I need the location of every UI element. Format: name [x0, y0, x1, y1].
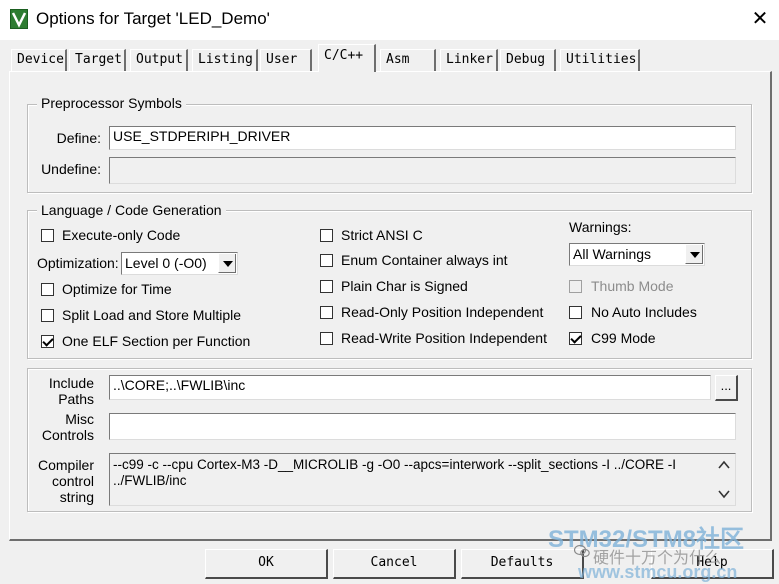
tab-listing[interactable]: Listing: [192, 49, 258, 71]
compiler-control-label-2: control: [51, 473, 94, 489]
thumb-mode-label: Thumb Mode: [591, 278, 674, 294]
strict-ansi-label: Strict ANSI C: [341, 227, 423, 243]
scroll-up-icon[interactable]: [718, 460, 730, 470]
enum-container-label: Enum Container always int: [341, 252, 508, 268]
include-paths-input[interactable]: ..\CORE;..\FWLIB\inc: [109, 375, 711, 400]
compiler-control-label-1: Compiler: [37, 457, 94, 473]
warnings-select[interactable]: All Warnings: [569, 243, 705, 266]
keil-app-icon: [10, 9, 28, 29]
c99-mode-label: C99 Mode: [591, 330, 656, 346]
compiler-control-textarea[interactable]: --c99 -c --cpu Cortex-M3 -D__MICROLIB -g…: [109, 453, 736, 506]
tab-user[interactable]: User: [260, 49, 312, 71]
warnings-value: All Warnings: [573, 246, 652, 262]
cancel-button[interactable]: Cancel: [333, 549, 456, 579]
tab-output[interactable]: Output: [130, 49, 188, 71]
enum-container-checkbox[interactable]: [320, 254, 333, 267]
include-paths-browse-button[interactable]: ...: [715, 375, 738, 401]
ro-pi-label: Read-Only Position Independent: [341, 304, 544, 320]
misc-controls-label-1: Misc: [65, 411, 94, 427]
split-load-checkbox[interactable]: [41, 309, 54, 322]
undefine-input[interactable]: [109, 157, 736, 184]
optimization-value: Level 0 (-O0): [125, 255, 207, 271]
plain-char-checkbox[interactable]: [320, 280, 333, 293]
define-input[interactable]: USE_STDPERIPH_DRIVER: [109, 126, 736, 150]
compiler-control-line-2: ../FWLIB/inc: [113, 473, 187, 488]
no-auto-includes-checkbox[interactable]: [569, 306, 582, 319]
rw-pi-label: Read-Write Position Independent: [341, 330, 547, 346]
misc-controls-label-2: Controls: [41, 427, 94, 443]
watermark-url: www.stmcu.org.cn: [578, 562, 738, 582]
optimization-label: Optimization:: [37, 255, 119, 271]
execute-only-label: Execute-only Code: [62, 227, 181, 243]
define-label: Define:: [56, 130, 101, 146]
include-paths-label-1: Include: [48, 375, 94, 391]
ok-button[interactable]: OK: [205, 549, 328, 579]
tab-debug[interactable]: Debug: [500, 49, 556, 71]
undefine-label: Undefine:: [41, 161, 101, 177]
warnings-label: Warnings:: [569, 219, 632, 235]
window-title: Options for Target 'LED_Demo': [36, 9, 270, 28]
tab-c-cpp[interactable]: C/C++: [318, 44, 376, 72]
tab-asm[interactable]: Asm: [380, 49, 436, 71]
optimize-time-label: Optimize for Time: [62, 281, 172, 297]
c99-mode-checkbox[interactable]: [569, 332, 582, 345]
scroll-down-icon[interactable]: [718, 489, 730, 499]
chevron-down-icon[interactable]: [218, 254, 236, 273]
preprocessor-group-title: Preprocessor Symbols: [37, 95, 186, 111]
rw-pi-checkbox[interactable]: [320, 332, 333, 345]
thumb-mode-checkbox[interactable]: [569, 280, 582, 293]
compiler-control-line-1: --c99 -c --cpu Cortex-M3 -D__MICROLIB -g…: [113, 457, 676, 472]
execute-only-checkbox[interactable]: [41, 229, 54, 242]
one-elf-checkbox[interactable]: [41, 335, 54, 348]
tab-linker[interactable]: Linker: [440, 49, 498, 71]
tab-device[interactable]: Device: [11, 49, 67, 71]
no-auto-includes-label: No Auto Includes: [591, 304, 697, 320]
chevron-down-icon[interactable]: [685, 245, 703, 264]
optimization-select[interactable]: Level 0 (-O0): [121, 252, 238, 275]
split-load-label: Split Load and Store Multiple: [62, 307, 241, 323]
language-group-title: Language / Code Generation: [37, 202, 226, 218]
plain-char-label: Plain Char is Signed: [341, 278, 468, 294]
tab-utilities[interactable]: Utilities: [560, 49, 640, 71]
wechat-icon: [574, 544, 590, 558]
compiler-control-label-3: string: [59, 489, 94, 505]
one-elf-label: One ELF Section per Function: [62, 333, 251, 349]
tab-target[interactable]: Target: [69, 49, 126, 71]
optimize-time-checkbox[interactable]: [41, 283, 54, 296]
close-button[interactable]: ✕: [748, 8, 772, 30]
misc-controls-input[interactable]: [109, 413, 736, 440]
ro-pi-checkbox[interactable]: [320, 306, 333, 319]
strict-ansi-checkbox[interactable]: [320, 229, 333, 242]
include-paths-label-2: Paths: [58, 391, 94, 407]
